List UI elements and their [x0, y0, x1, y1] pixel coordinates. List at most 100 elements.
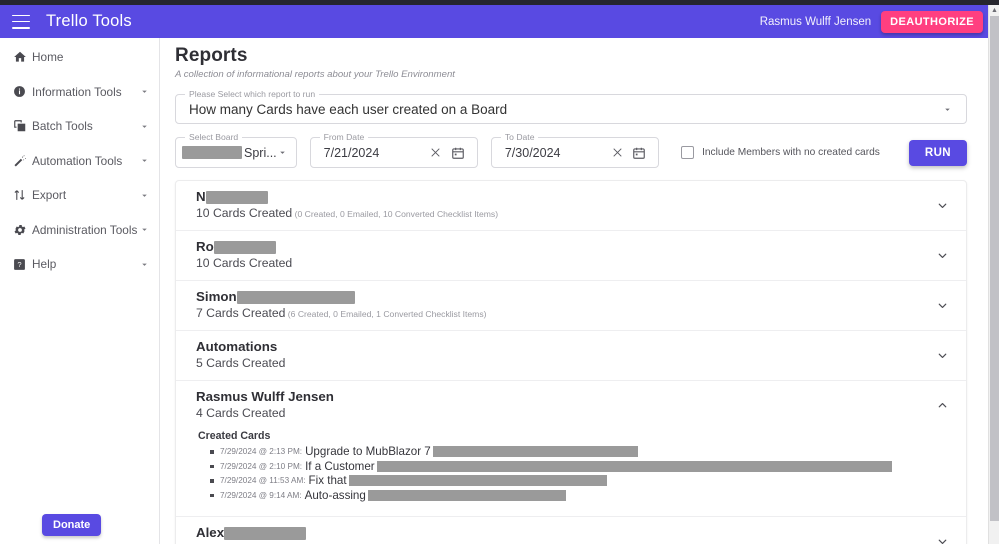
- select-board-text: Spri...: [244, 145, 277, 160]
- from-date-value[interactable]: 7/21/2024: [311, 146, 425, 160]
- result-card-count: 5 Cards Created: [196, 356, 934, 372]
- chevron-down-icon[interactable]: [139, 86, 151, 97]
- result-row-header[interactable]: Alex2 Cards Created: [176, 517, 966, 544]
- chevron-down-icon[interactable]: [139, 121, 151, 132]
- result-row-header[interactable]: Simon 7 Cards Created (6 Created, 0 Email…: [176, 281, 966, 330]
- result-row: Rasmus Wulff Jensen 4 Cards Created Create…: [176, 381, 966, 517]
- page-scrollbar[interactable]: ▲: [988, 5, 999, 544]
- sidebar-item-export[interactable]: Export: [0, 182, 159, 209]
- result-row: Automations 5 Cards Created: [176, 331, 966, 381]
- close-x-icon[interactable]: [425, 146, 447, 159]
- page-title: Reports: [175, 45, 248, 66]
- calendar-icon[interactable]: [447, 146, 469, 160]
- sidebar-item-label: Batch Tools: [32, 119, 93, 134]
- sidebar-item-label: Information Tools: [32, 84, 122, 99]
- result-member-name: Alex: [196, 525, 934, 542]
- to-date-value[interactable]: 7/30/2024: [492, 146, 606, 160]
- include-members-label: Include Members with no created cards: [702, 147, 880, 158]
- chevron-down-icon[interactable]: [277, 147, 288, 158]
- page-subtitle: A collection of informational reports ab…: [175, 69, 455, 80]
- run-button[interactable]: RUN: [908, 139, 967, 166]
- created-card-item: 7/29/2024 @ 2:13 PM: Upgrade to MubBlazor…: [210, 445, 950, 458]
- scrollbar-thumb[interactable]: [990, 16, 999, 521]
- include-members-checkbox-wrap[interactable]: Include Members with no created cards: [681, 146, 880, 159]
- chevron-down-icon[interactable]: [934, 199, 950, 212]
- sidebar-item-home[interactable]: Home: [0, 44, 159, 71]
- chevron-down-icon[interactable]: [139, 155, 151, 166]
- result-row-header[interactable]: Rasmus Wulff Jensen 4 Cards Created: [176, 381, 966, 430]
- chevron-down-icon[interactable]: [934, 299, 950, 312]
- to-date-field[interactable]: To Date 7/30/2024: [490, 132, 660, 168]
- redacted-member-name: [213, 240, 276, 254]
- result-row-header[interactable]: Ro 10 Cards Created: [176, 231, 966, 280]
- info-circle-icon: [13, 84, 32, 99]
- result-row-text: Automations 5 Cards Created: [196, 339, 934, 372]
- sidebar-item-label: Help: [32, 257, 57, 272]
- result-member-name-text: Simon: [196, 288, 237, 304]
- from-date-legend: From Date: [319, 132, 369, 142]
- from-date-field[interactable]: From Date 7/21/2024: [309, 132, 478, 168]
- result-card-count-text: 4 Cards Created: [196, 406, 286, 421]
- result-card-breakdown: (6 Created, 0 Emailed, 1 Converted Check…: [285, 309, 487, 320]
- sidebar-item-information-tools[interactable]: Information Tools: [0, 79, 159, 106]
- calendar-icon[interactable]: [628, 146, 650, 160]
- chevron-down-icon[interactable]: [139, 190, 151, 201]
- redacted-member-name: [236, 290, 355, 304]
- result-row: Simon 7 Cards Created (6 Created, 0 Email…: [176, 281, 966, 331]
- app-bar-right: Rasmus Wulff Jensen DEAUTHORIZE: [760, 10, 983, 33]
- result-row-text: Alex2 Cards Created: [196, 525, 934, 544]
- result-row-header[interactable]: Automations 5 Cards Created: [176, 331, 966, 380]
- result-member-name: Ro: [196, 239, 934, 256]
- result-member-name: Rasmus Wulff Jensen: [196, 389, 934, 406]
- chevron-down-icon[interactable]: [934, 249, 950, 262]
- result-member-name-text: Rasmus Wulff Jensen: [196, 388, 334, 404]
- result-row-text: Rasmus Wulff Jensen 4 Cards Created: [196, 389, 934, 422]
- redacted-board-name: [182, 146, 242, 159]
- chevron-down-icon[interactable]: [139, 259, 151, 270]
- created-card-item: 7/29/2024 @ 9:14 AM: Auto-assing: [210, 489, 950, 502]
- result-member-name-text: Automations: [196, 338, 278, 354]
- created-card-title: Auto-assing: [304, 488, 366, 502]
- sidebar-item-label: Administration Tools: [32, 222, 138, 237]
- redacted-card-title: [367, 489, 566, 501]
- chevron-down-icon[interactable]: [934, 349, 950, 362]
- redacted-card-title: [348, 475, 607, 486]
- sidebar-item-help[interactable]: ? Help: [0, 251, 159, 278]
- created-cards-list: 7/29/2024 @ 2:13 PM: Upgrade to MubBlazor…: [198, 445, 950, 502]
- sidebar-item-batch-tools[interactable]: Batch Tools: [0, 113, 159, 140]
- result-card-count: 4 Cards Created: [196, 406, 934, 422]
- sidebar-item-administration-tools[interactable]: Administration Tools: [0, 217, 159, 244]
- scroll-up-arrow-icon[interactable]: ▲: [989, 5, 999, 16]
- redacted-member-name: [205, 190, 268, 204]
- select-board-legend: Select Board: [185, 132, 243, 142]
- chevron-down-icon[interactable]: [934, 535, 950, 544]
- deauthorize-button[interactable]: DEAUTHORIZE: [881, 10, 983, 33]
- select-board-field[interactable]: Select Board Spri...: [175, 132, 297, 168]
- result-card-breakdown: (0 Created, 0 Emailed, 10 Converted Chec…: [292, 209, 499, 220]
- sidebar-item-label: Export: [32, 188, 67, 203]
- home-icon: [13, 50, 32, 65]
- donate-button[interactable]: Donate: [42, 514, 102, 536]
- chevron-down-icon[interactable]: [139, 224, 151, 235]
- donate-container: Donate: [0, 514, 159, 544]
- report-select-value: How many Cards have each user created on…: [189, 101, 508, 117]
- close-x-icon[interactable]: [606, 146, 628, 159]
- include-members-checkbox[interactable]: [681, 146, 695, 159]
- result-row-text: Ro 10 Cards Created: [196, 239, 934, 272]
- result-card-count-text: 5 Cards Created: [196, 356, 286, 371]
- hamburger-menu-icon[interactable]: [12, 14, 30, 29]
- chevron-down-icon[interactable]: [942, 104, 953, 115]
- import-export-arrows-icon: [13, 188, 32, 203]
- app-title: Trello Tools: [46, 12, 132, 30]
- result-row: N 10 Cards Created (0 Created, 0 Emailed,…: [176, 181, 966, 231]
- result-row-header[interactable]: N 10 Cards Created (0 Created, 0 Emailed,…: [176, 181, 966, 230]
- app-bar: Trello Tools Rasmus Wulff Jensen DEAUTHO…: [0, 5, 989, 38]
- result-card-count: 10 Cards Created: [196, 256, 934, 272]
- result-member-name-text: Alex: [196, 524, 225, 540]
- app-root: Trello Tools Rasmus Wulff Jensen DEAUTHO…: [0, 0, 999, 544]
- gear-icon: [13, 222, 32, 237]
- result-member-name: Automations: [196, 339, 934, 356]
- chevron-up-icon[interactable]: [934, 399, 950, 412]
- report-select[interactable]: Please Select which report to run How ma…: [175, 89, 967, 124]
- sidebar-item-automation-tools[interactable]: Automation Tools: [0, 148, 159, 175]
